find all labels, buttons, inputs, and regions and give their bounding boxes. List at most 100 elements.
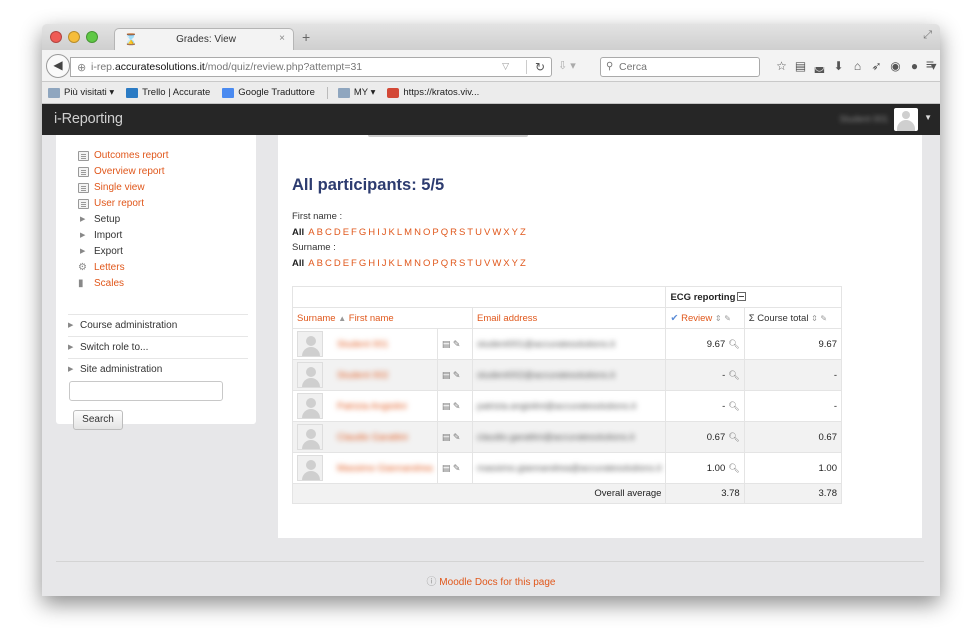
filter-letter[interactable]: S — [459, 258, 465, 269]
user-name-link[interactable]: Claudio Garattini — [337, 432, 408, 443]
filter-letter[interactable]: U — [475, 258, 482, 269]
sidebar-item-overview-report[interactable]: Overview report — [78, 164, 248, 180]
filter-letter[interactable]: E — [343, 227, 349, 238]
filter-letter[interactable]: Q — [441, 227, 448, 238]
filter-letter[interactable]: W — [492, 227, 501, 238]
browser-search-input[interactable] — [619, 60, 749, 74]
user-name-link[interactable]: Massimo Giannandrea — [337, 463, 433, 474]
filter-letter[interactable]: R — [450, 258, 457, 269]
url-text[interactable]: i-rep.accuratesolutions.it/mod/quiz/revi… — [91, 61, 362, 73]
admin-search-button[interactable]: Search — [73, 410, 123, 430]
chat-icon[interactable]: ◉ — [886, 57, 905, 77]
filter-letter[interactable]: T — [467, 227, 473, 238]
edit-pencil-icon[interactable]: ✎ — [453, 432, 461, 442]
sidebar-item-export[interactable]: ▶ Export — [78, 244, 248, 260]
filter-letter[interactable]: P — [432, 258, 438, 269]
filter-letter[interactable]: F — [351, 258, 357, 269]
filter-letter[interactable]: H — [368, 258, 375, 269]
filter-letter[interactable]: G — [359, 227, 366, 238]
sidebar-item-letters[interactable]: ⚙ Letters — [78, 260, 248, 276]
back-button[interactable]: ◀ — [46, 54, 70, 78]
filter-letter[interactable]: N — [414, 258, 421, 269]
browser-tab[interactable]: ⌛ Grades: View × — [114, 28, 294, 50]
bookmark-item[interactable]: https://kratos.viv... — [387, 87, 479, 98]
download-arrow-icon[interactable]: ⇩ ▾ — [558, 59, 576, 72]
filter-letter[interactable]: D — [334, 258, 341, 269]
magnifier-icon[interactable]: 🔍︎ — [728, 339, 739, 349]
edit-pencil-icon[interactable]: ✎ — [453, 401, 461, 411]
user-picture[interactable] — [297, 424, 323, 450]
filter-letter[interactable]: Y — [512, 227, 518, 238]
magnifier-icon[interactable]: 🔍︎ — [728, 370, 739, 380]
filter-letter[interactable]: M — [404, 227, 412, 238]
filter-letter[interactable]: L — [397, 227, 402, 238]
edit-pencil-icon[interactable]: ✎ — [724, 314, 731, 323]
pocket-icon[interactable]: ◛ — [810, 57, 829, 77]
filter-letter[interactable]: B — [317, 227, 323, 238]
user-picture[interactable] — [297, 455, 323, 481]
hamburger-menu-icon[interactable]: ≡ — [926, 56, 934, 72]
review-grade-cell[interactable]: - 🔍︎ — [665, 359, 745, 391]
filter-letter[interactable]: V — [484, 258, 490, 269]
sidebar-item-user-report[interactable]: User report — [78, 196, 248, 212]
sidebar-site-administration[interactable]: ▶ Site administration — [68, 358, 248, 380]
send-icon[interactable]: ➶ — [867, 57, 886, 77]
filter-letter[interactable]: O — [423, 227, 430, 238]
filter-letter[interactable]: K — [389, 258, 395, 269]
filter-letter[interactable]: Q — [441, 258, 448, 269]
review-grade-cell[interactable]: - 🔍︎ — [665, 390, 745, 422]
edit-pencil-icon[interactable]: ✎ — [453, 370, 461, 380]
tab-close-icon[interactable]: × — [279, 33, 285, 44]
filter-letter[interactable]: L — [397, 258, 402, 269]
sidebar-item-single-view[interactable]: Single view — [78, 180, 248, 196]
user-avatar[interactable] — [894, 108, 918, 131]
filter-letter[interactable]: K — [389, 227, 395, 238]
filter-letter[interactable]: Z — [520, 227, 526, 238]
filter-letter[interactable]: Y — [512, 258, 518, 269]
user-name-link[interactable]: Student 001 — [337, 339, 388, 350]
report-icon[interactable]: ▤ — [442, 401, 451, 411]
filter-letter[interactable]: E — [343, 258, 349, 269]
bookmark-item[interactable]: Più visitati ▾ — [48, 87, 114, 98]
admin-search-input[interactable] — [69, 381, 223, 401]
new-tab-button[interactable]: + — [302, 29, 310, 45]
downloads-icon[interactable]: ⬇ — [829, 57, 848, 77]
report-icon[interactable]: ▤ — [442, 370, 451, 380]
bookmark-item[interactable]: Google Traduttore — [222, 87, 315, 98]
user-menu-caret-icon[interactable]: ▼ — [924, 113, 932, 122]
site-brand[interactable]: i-Reporting — [54, 111, 123, 127]
filter-letter[interactable]: X — [503, 227, 509, 238]
collapse-category-icon[interactable] — [737, 291, 747, 301]
sort-toggle-icon[interactable]: ⇕ — [811, 314, 818, 323]
filter-letter[interactable]: S — [459, 227, 465, 238]
sort-toggle-icon[interactable]: ⇕ — [715, 314, 722, 323]
filter-letter[interactable]: B — [317, 258, 323, 269]
bookmark-item[interactable]: MY ▾ — [337, 87, 375, 98]
sort-surname-link[interactable]: Surname — [297, 313, 336, 324]
sidebar-item-import[interactable]: ▶ Import — [78, 228, 248, 244]
filter-letter[interactable]: D — [334, 227, 341, 238]
magnifier-icon[interactable]: 🔍︎ — [728, 401, 739, 411]
filter-letter[interactable]: U — [475, 227, 482, 238]
filter-letter[interactable]: H — [368, 227, 375, 238]
reload-icon[interactable]: ↻ — [525, 60, 545, 74]
review-grade-cell[interactable]: 1.00 🔍︎ — [665, 452, 745, 484]
filter-letter[interactable]: G — [359, 258, 366, 269]
sidebar-item-outcomes-report[interactable]: Outcomes report — [78, 148, 248, 164]
filter-letter[interactable]: N — [414, 227, 421, 238]
edit-pencil-icon[interactable]: ✎ — [453, 339, 461, 349]
user-name-link[interactable]: Patrizia Angiolini — [337, 401, 407, 412]
filter-letter[interactable]: W — [492, 258, 501, 269]
sidebar-switch-role[interactable]: ▶ Switch role to... — [68, 336, 248, 358]
edit-pencil-icon[interactable]: ✎ — [820, 314, 827, 323]
edit-pencil-icon[interactable]: ✎ — [453, 463, 461, 473]
sidebar-item-scales[interactable]: ▮ Scales — [78, 276, 248, 292]
review-grade-cell[interactable]: 9.67 🔍︎ — [665, 328, 745, 360]
filter-letter[interactable]: R — [450, 227, 457, 238]
filter-letter[interactable]: F — [351, 227, 357, 238]
review-grade-cell[interactable]: 0.67 🔍︎ — [665, 421, 745, 453]
sidebar-course-administration[interactable]: ▶ Course administration — [68, 314, 248, 336]
close-window-button[interactable] — [50, 31, 62, 43]
url-dropdown-icon[interactable]: ▽ — [502, 61, 509, 72]
bookmark-item[interactable]: Trello | Accurate — [126, 87, 210, 98]
